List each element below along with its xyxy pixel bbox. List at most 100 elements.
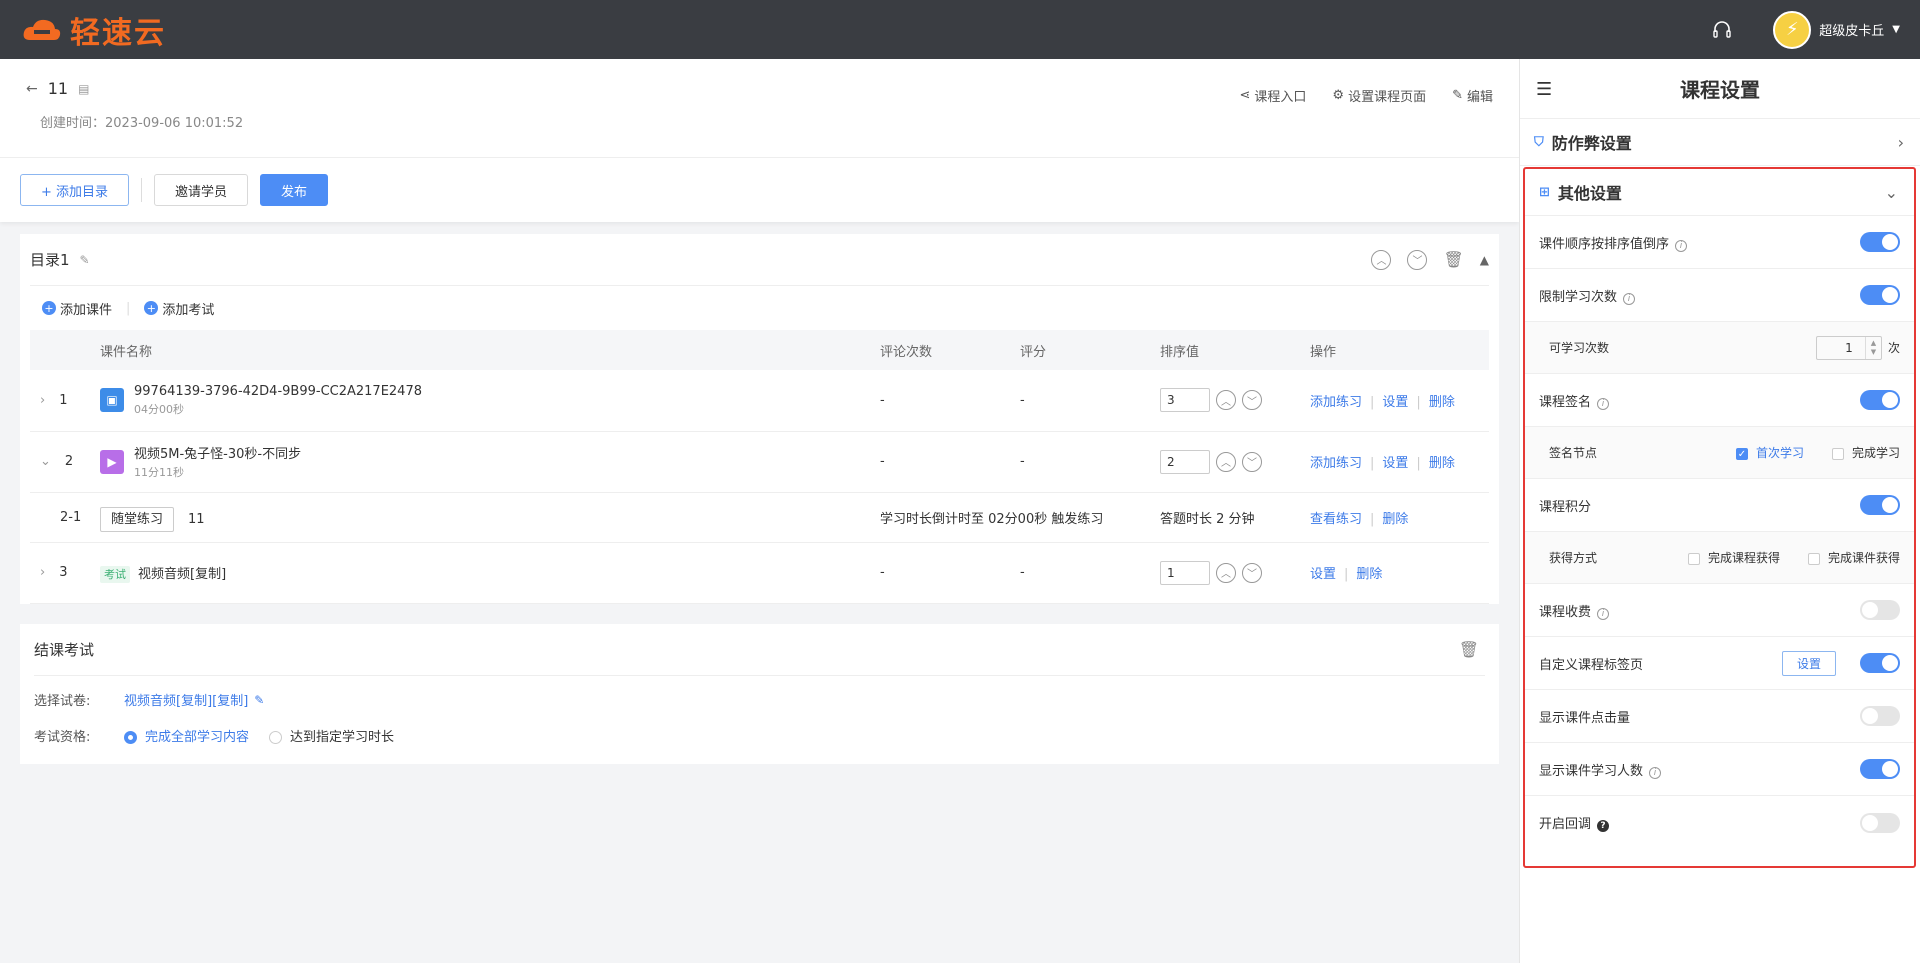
add-exam-button[interactable]: + 添加考试 [144,299,214,318]
info-icon[interactable]: i [1597,397,1610,410]
radio-study-duration[interactable]: 达到指定学习时长 [269,726,394,745]
back-arrow-icon[interactable]: ← [26,81,38,97]
info-icon[interactable]: i [1675,239,1688,252]
trash-icon[interactable]: 🗑 [1443,250,1463,269]
move-up-icon[interactable]: ︿ [1216,562,1236,583]
question-icon[interactable]: ? [1597,820,1610,832]
quantity-stepper[interactable]: 1 ▲ ▼ [1815,335,1882,360]
view-practice-link[interactable]: 查看练习 [1310,512,1362,527]
plus-circle-icon: + [42,301,56,315]
logo[interactable]: 轻速云 [20,8,166,52]
info-icon[interactable]: i [1649,766,1662,779]
sort-input[interactable]: 1 [1160,560,1210,585]
move-up-icon[interactable]: ︿ [1371,249,1392,270]
paper-label: 选择试卷: [34,694,91,709]
user-menu[interactable]: ⚡ 超级皮卡丘 ▼ [1773,10,1900,49]
score: - [1020,431,1160,493]
info-icon[interactable]: i [1597,607,1610,620]
toggle-switch[interactable] [1860,390,1900,410]
add-directory-button[interactable]: + 添加目录 [20,174,130,206]
toggle-switch[interactable] [1860,495,1900,515]
add-practice-link[interactable]: 添加练习 [1310,456,1362,471]
chevron-down-icon[interactable]: ⌄ [40,454,51,469]
setting-label: 可学习次数 [1549,341,1610,355]
page-setting-link[interactable]: ⚙ 设置课程页面 [1332,86,1426,105]
pencil-icon[interactable]: ✎ [254,693,264,707]
info-icon[interactable]: i [1623,292,1636,305]
headset-icon[interactable] [1711,19,1733,41]
comment-count: - [880,370,1020,432]
toggle-switch[interactable] [1860,600,1900,620]
toggle-switch[interactable] [1860,285,1900,305]
radio-complete-all[interactable]: 完成全部学习内容 [124,726,249,745]
trash-icon[interactable]: 🗑 [1459,640,1479,659]
checkbox-complete-courseware[interactable]: 完成课件获得 [1807,549,1900,566]
practice-name: 11 [188,511,205,527]
created-time: 创建时间：2023-09-06 10:01:52 [26,112,1493,131]
setting-click-count: 显示课件点击量 [1525,690,1914,743]
main-content: ← 11 ▤ 创建时间：2023-09-06 10:01:52 ⋖ 课程入口 ⚙ 设… [0,59,1519,963]
toggle-switch[interactable] [1860,706,1900,726]
add-courseware-button[interactable]: + 添加课件 [42,299,112,318]
edit-link[interactable]: ✎ 编辑 [1452,86,1493,105]
chevron-right-icon[interactable]: › [40,565,45,580]
menu-icon[interactable]: ☰ [1536,79,1552,100]
setting-reverse-order: 课件顺序按排序值倒序 i [1525,216,1914,269]
checkbox-complete-course[interactable]: 完成课程获得 [1687,549,1780,566]
delete-link[interactable]: 删除 [1429,395,1455,410]
toggle-switch[interactable] [1860,759,1900,779]
setting-label: 课程积分 [1539,499,1592,515]
other-settings-box: ⊞ 其他设置 ⌄ 课件顺序按排序值倒序 i 限制学习次数 i 可学习次数 1 ▲ ▼ 次… [1523,167,1916,868]
publish-button[interactable]: 发布 [260,174,329,206]
toggle-switch[interactable] [1860,653,1900,673]
move-down-icon[interactable]: ﹀ [1242,390,1262,411]
row-index: 1 [59,392,68,408]
courseware-name: 99764139-3796-42D4-9B99-CC2A217E2478 [134,383,422,399]
paper-link[interactable]: 视频音频[复制][复制] [124,690,248,709]
invite-button[interactable]: 邀请学员 [154,174,249,206]
pencil-icon[interactable]: ✎ [80,253,90,267]
setting-label: 课程收费 [1539,604,1592,620]
tab-settings-button[interactable]: 设置 [1781,650,1836,676]
setting-fee: 课程收费 i [1525,584,1914,637]
sort-input[interactable]: 2 [1160,449,1210,474]
row-index: 2 [64,454,74,469]
checkbox-first-study[interactable]: ✓ 首次学习 [1735,444,1804,461]
collapse-icon[interactable]: ▲ [1480,253,1489,267]
move-down-icon[interactable]: ﹀ [1242,451,1262,472]
final-exam-card: 结课考试 🗑 选择试卷: 视频音频[复制][复制] ✎ 考试资格: 完成全部学习内… [20,623,1499,764]
add-practice-link[interactable]: 添加练习 [1310,395,1362,410]
chevron-right-icon: › [1897,132,1904,152]
directory-card: 目录1 ✎ ︿ ﹀ 🗑 ▲ + 添加课件 | + 添加考试 课件名称 评论次数 评分 [20,234,1499,604]
shield-icon: ⛉ [1534,134,1544,150]
other-settings-section[interactable]: ⊞ 其他设置 ⌄ [1525,169,1914,216]
setting-limit-study: 限制学习次数 i [1525,269,1914,322]
other-settings-label: 其他设置 [1557,184,1622,203]
settings-link[interactable]: 设置 [1382,395,1408,410]
move-up-icon[interactable]: ︿ [1216,451,1236,472]
delete-link[interactable]: 删除 [1382,512,1408,527]
course-entry-link[interactable]: ⋖ 课程入口 [1239,86,1306,105]
sort-input[interactable]: 3 [1160,388,1210,413]
avatar: ⚡ [1773,10,1812,49]
radio-label: 达到指定学习时长 [290,730,395,745]
delete-link[interactable]: 删除 [1429,456,1455,471]
toggle-switch[interactable] [1860,232,1900,252]
table-row: › 1 ▣ 99764139-3796-42D4-9B99-CC2A217E2478… [30,370,1489,432]
exam-tag: 考试 [100,566,130,583]
course-title: 11 [47,79,69,98]
caret-down-icon: ▼ [1892,24,1900,35]
chevron-right-icon[interactable]: › [40,393,45,408]
move-down-icon[interactable]: ﹀ [1242,562,1262,583]
move-up-icon[interactable]: ︿ [1216,390,1236,411]
toggle-switch[interactable] [1860,812,1900,833]
stepper-arrows-icon[interactable]: ▲ ▼ [1864,336,1881,359]
settings-link[interactable]: 设置 [1310,567,1336,582]
move-down-icon[interactable]: ﹀ [1407,249,1428,270]
delete-link[interactable]: 删除 [1356,567,1382,582]
settings-link[interactable]: 设置 [1382,456,1408,471]
checkbox-complete-study[interactable]: 完成学习 [1831,444,1900,461]
document-icon[interactable]: ▤ [78,82,89,96]
anti-cheat-section[interactable]: ⛉ 防作弊设置 › [1520,119,1920,166]
created-label: 创建时间： [40,116,106,131]
